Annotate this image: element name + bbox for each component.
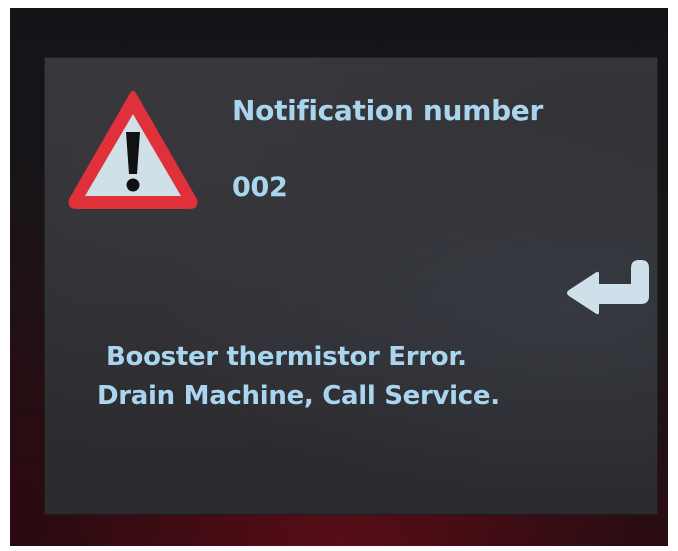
error-message-line-2: Drain Machine, Call Service.	[97, 381, 500, 411]
error-message-line-1: Booster thermistor Error.	[106, 342, 467, 372]
notification-label: Notification number	[232, 94, 544, 127]
enter-return-arrow-icon[interactable]	[565, 256, 651, 316]
warning-triangle-icon	[68, 91, 198, 209]
notification-number: 002	[232, 172, 288, 203]
